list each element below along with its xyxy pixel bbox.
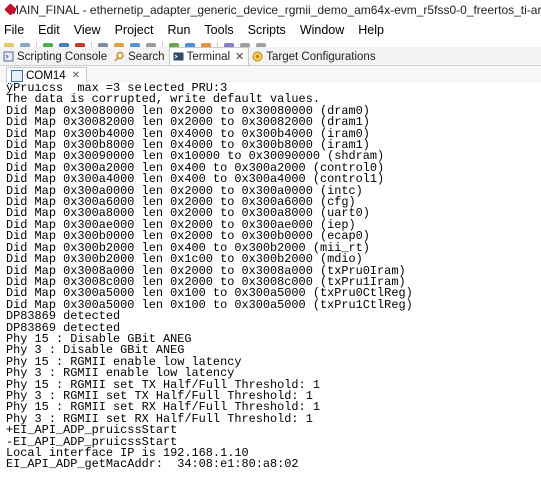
menu-tools[interactable]: Tools — [197, 23, 240, 37]
session-label: COM14 — [26, 69, 66, 82]
close-icon[interactable]: ✕ — [72, 70, 80, 81]
tab-label: Search — [128, 50, 165, 63]
view-tab-bar: Scripting Console Search Terminal ✕ Targ… — [0, 47, 541, 66]
console-line: EI_API_ADP_getMacAddr: 34:08:e1:80:a8:02 — [6, 457, 299, 472]
target-icon — [252, 51, 263, 62]
menu-run[interactable]: Run — [160, 23, 197, 37]
tab-target-configurations[interactable]: Target Configurations — [249, 48, 379, 65]
menu-help[interactable]: Help — [351, 23, 391, 37]
tab-label: Terminal — [186, 50, 231, 63]
terminal-icon — [173, 51, 184, 62]
menu-view[interactable]: View — [67, 23, 108, 37]
tab-search[interactable]: Search — [111, 48, 168, 65]
tab-label: Target Configurations — [266, 50, 376, 63]
terminal-session-tabs: COM14 ✕ — [0, 66, 541, 84]
window-titlebar: MAIN_FINAL - ethernetip_adapter_generic_… — [0, 0, 541, 20]
menu-project[interactable]: Project — [108, 23, 161, 37]
script-icon — [3, 51, 14, 62]
menu-file[interactable]: File — [0, 23, 31, 37]
tab-label: Scripting Console — [17, 50, 108, 63]
menu-bar: File Edit View Project Run Tools Scripts… — [0, 20, 541, 39]
tab-terminal[interactable]: Terminal ✕ — [168, 47, 250, 65]
close-icon[interactable]: ✕ — [235, 50, 244, 63]
menu-scripts[interactable]: Scripts — [241, 23, 293, 37]
tab-scripting-console[interactable]: Scripting Console — [0, 48, 111, 65]
menu-window[interactable]: Window — [293, 23, 351, 37]
terminal-output[interactable]: ÿPruicss max =3 selected PRU:3 The data i… — [0, 83, 541, 480]
search-icon — [114, 51, 125, 62]
window-title: MAIN_FINAL - ethernetip_adapter_generic_… — [9, 3, 541, 17]
tab-com14[interactable]: COM14 ✕ — [6, 67, 88, 83]
menu-edit[interactable]: Edit — [31, 23, 67, 37]
terminal-session-icon — [11, 69, 23, 82]
